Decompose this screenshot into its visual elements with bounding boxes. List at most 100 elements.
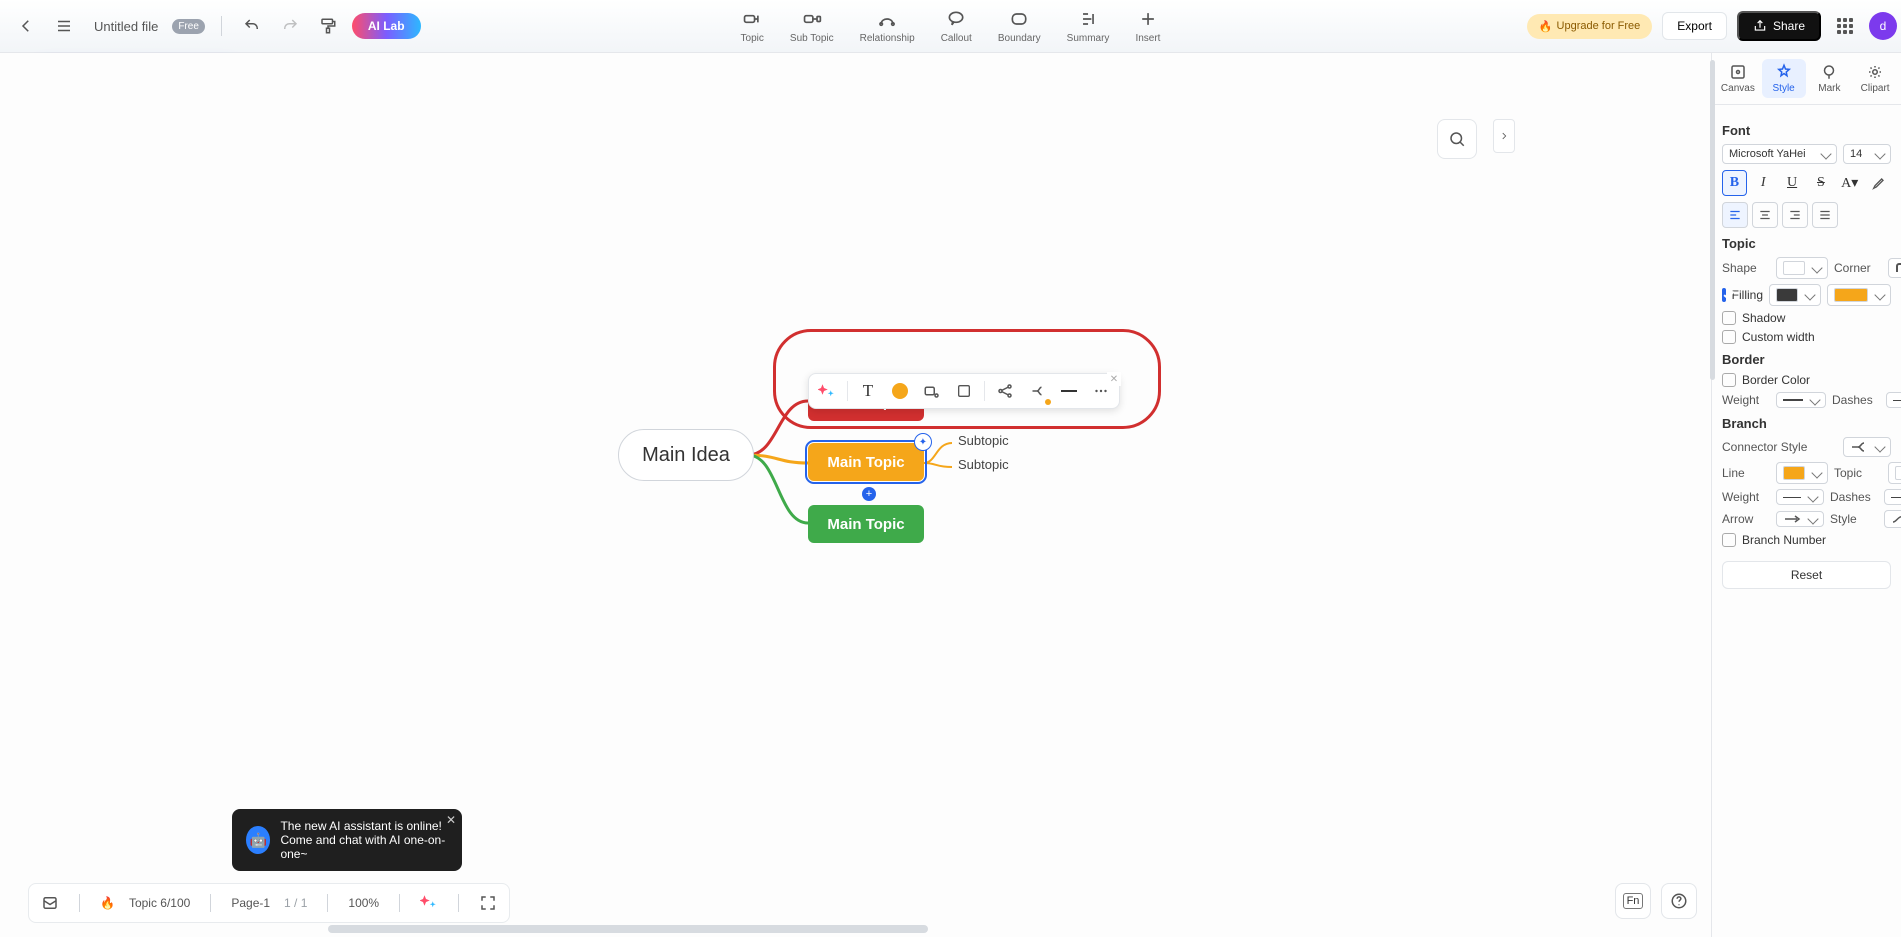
node-topic-3[interactable]: Main Topic [808, 505, 924, 543]
file-name[interactable]: Untitled file [94, 19, 158, 34]
ctx-boundary-button[interactable] [952, 379, 976, 403]
canvas[interactable]: Main Idea Main Topic Main Topic Main Top… [0, 53, 1711, 937]
ai-sparkle-icon [420, 893, 438, 911]
tab-canvas[interactable]: Canvas [1716, 59, 1760, 98]
tab-clipart[interactable]: Clipart [1853, 59, 1897, 98]
undo-button[interactable] [238, 12, 266, 40]
branch-number-checkbox[interactable] [1722, 533, 1736, 547]
fullscreen-icon[interactable] [479, 894, 497, 912]
shadow-checkbox[interactable] [1722, 311, 1736, 325]
ctx-ai-icon[interactable] [815, 379, 839, 403]
tool-topic[interactable]: Topic [741, 9, 764, 44]
collapse-panel-button[interactable] [1493, 119, 1515, 153]
add-child-button[interactable]: + [862, 487, 876, 501]
back-button[interactable] [12, 12, 40, 40]
ctx-subtopic-button[interactable] [920, 379, 944, 403]
curve-icon [1891, 514, 1901, 524]
align-right-button[interactable] [1782, 202, 1808, 228]
line-icon [1061, 390, 1077, 392]
context-toolbar: T ✕ [808, 373, 1120, 409]
italic-button[interactable]: I [1751, 170, 1776, 196]
highlight-button[interactable] [1866, 170, 1891, 196]
panel-scrollbar[interactable] [1710, 60, 1715, 380]
tool-summary[interactable]: Summary [1067, 9, 1110, 44]
menu-button[interactable] [50, 12, 78, 40]
search-button[interactable] [1437, 119, 1477, 159]
align-left-icon [1728, 208, 1742, 222]
custom-width-checkbox[interactable] [1722, 330, 1736, 344]
tool-insert[interactable]: Insert [1135, 9, 1160, 44]
corner-select[interactable] [1888, 258, 1901, 278]
ai-sparkle-icon [818, 382, 836, 400]
page-name[interactable]: Page-1 [231, 896, 270, 910]
topics-count[interactable]: Topic 6/100 [129, 896, 190, 910]
ai-lab-button[interactable]: AI Lab [352, 13, 421, 39]
subtopic-icon [923, 382, 941, 400]
shape-select[interactable] [1776, 257, 1828, 279]
outline-icon[interactable] [41, 894, 59, 912]
tab-style[interactable]: Style [1762, 59, 1806, 98]
summary-icon [1078, 9, 1098, 29]
ctx-line-button[interactable] [1057, 379, 1081, 403]
branch-arrow-label: Arrow [1722, 512, 1770, 526]
ctx-summary-button[interactable] [1025, 379, 1049, 403]
horizontal-scrollbar[interactable] [328, 925, 928, 933]
node-topic-2-selected[interactable]: Main Topic [808, 443, 924, 481]
subtopic-1[interactable]: Subtopic [958, 433, 1009, 448]
page-count: 1 / 1 [284, 896, 307, 910]
tool-relationship[interactable]: Relationship [860, 9, 915, 44]
ctx-color-button[interactable] [888, 379, 912, 403]
font-family-select[interactable]: Microsoft YaHei [1722, 144, 1837, 164]
subtopic-2[interactable]: Subtopic [958, 457, 1009, 472]
align-left-button[interactable] [1722, 202, 1748, 228]
fill2-select[interactable] [1827, 284, 1891, 306]
fill1-select[interactable] [1769, 284, 1821, 306]
branch-dashes-select[interactable] [1884, 489, 1901, 505]
font-color-button[interactable]: A▾ [1837, 170, 1862, 196]
reset-button[interactable]: Reset [1722, 561, 1891, 589]
branch-arrow-select[interactable] [1776, 511, 1824, 527]
ctx-relationship-button[interactable] [993, 379, 1017, 403]
redo-icon [281, 17, 299, 35]
popover-close-button[interactable]: ✕ [446, 813, 456, 827]
tool-boundary[interactable]: Boundary [998, 9, 1041, 44]
filling-checkbox[interactable] [1722, 288, 1726, 302]
font-size-select[interactable]: 14 [1843, 144, 1891, 164]
central-node[interactable]: Main Idea [618, 429, 754, 481]
strike-button[interactable]: S [1808, 170, 1833, 196]
branch-weight-select[interactable] [1776, 489, 1824, 505]
align-justify-button[interactable] [1812, 202, 1838, 228]
underline-button[interactable]: U [1780, 170, 1805, 196]
ai-pop-line1: The new AI assistant is online! [280, 819, 448, 833]
branch-topic-color[interactable] [1888, 462, 1901, 484]
avatar[interactable]: d [1869, 12, 1897, 40]
zoom-level[interactable]: 100% [348, 896, 379, 910]
redo-button[interactable] [276, 12, 304, 40]
ctx-text-button[interactable]: T [856, 379, 880, 403]
bot-icon: 🤖 [246, 826, 270, 854]
tab-mark[interactable]: Mark [1808, 59, 1852, 98]
border-weight-select[interactable] [1776, 392, 1826, 408]
apps-button[interactable] [1831, 12, 1859, 40]
callout-icon [946, 9, 966, 29]
node-ai-badge[interactable]: ✦ [914, 433, 932, 451]
square-icon [956, 383, 972, 399]
tool-callout[interactable]: Callout [941, 9, 972, 44]
export-button[interactable]: Export [1662, 12, 1727, 40]
fn-button[interactable]: Fn [1615, 883, 1651, 919]
border-dashes-select[interactable] [1886, 392, 1901, 408]
tool-subtopic[interactable]: Sub Topic [790, 9, 834, 44]
help-button[interactable] [1661, 883, 1697, 919]
branch-style-select[interactable] [1884, 510, 1901, 528]
ctx-close-button[interactable]: ✕ [1107, 372, 1121, 386]
share-button[interactable]: Share [1737, 11, 1821, 41]
upgrade-button[interactable]: 🔥Upgrade for Free [1527, 14, 1652, 39]
bold-button[interactable]: B [1722, 170, 1747, 196]
ai-chat-button[interactable] [420, 893, 438, 914]
section-title-border: Border [1722, 352, 1891, 367]
format-painter-button[interactable] [314, 12, 342, 40]
align-center-button[interactable] [1752, 202, 1778, 228]
border-color-checkbox[interactable] [1722, 373, 1736, 387]
connector-select[interactable] [1843, 437, 1891, 457]
branch-line-color[interactable] [1776, 462, 1828, 484]
